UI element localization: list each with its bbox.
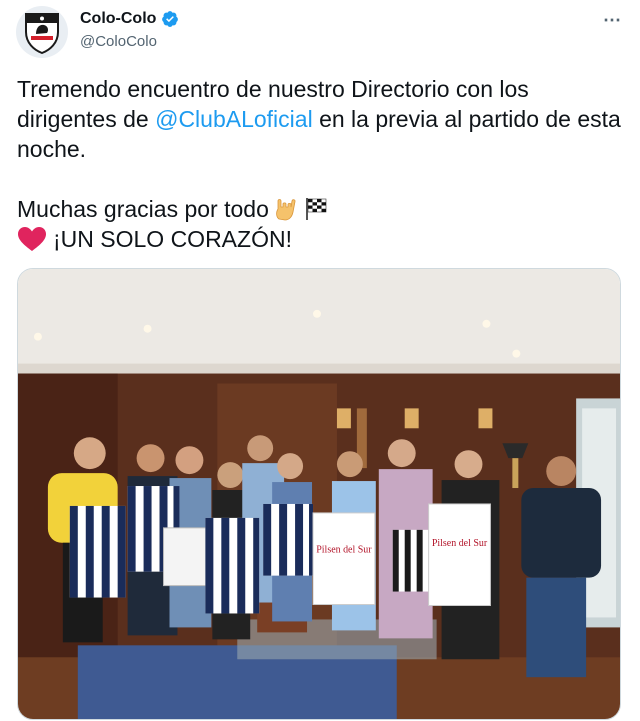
group-photo-image: Pilsen del Sur Pilsen del Sur (18, 269, 620, 719)
jersey-white-2: Pilsen del Sur (312, 512, 376, 606)
red-heart-emoji-icon (18, 227, 46, 251)
tweet-text-part: ¡UN SOLO CORAZÓN! (53, 226, 292, 252)
tweet: Colo-Colo @ColoColo ⋯ Tremendo encuentro… (0, 0, 640, 721)
tweet-paragraph-2: Muchas gracias por todo (17, 194, 627, 224)
display-name[interactable]: Colo-Colo (80, 10, 156, 28)
verified-badge-icon (162, 11, 179, 27)
author-handle[interactable]: @ColoColo (80, 33, 157, 50)
more-options-icon[interactable]: ⋯ (603, 10, 622, 31)
jersey-striped-3 (205, 517, 260, 614)
sponsor-text-1: Pilsen del Sur (316, 545, 372, 556)
tweet-photo[interactable]: Pilsen del Sur Pilsen del Sur (17, 268, 621, 720)
sign-of-the-horns-emoji-icon (276, 199, 296, 221)
tweet-text-part: Muchas gracias por todo (17, 196, 269, 222)
jersey-white-3: Pilsen del Sur (428, 503, 491, 607)
mention-link[interactable]: @ClubALoficial (155, 106, 313, 132)
tweet-text: Tremendo encuentro de nuestro Directorio… (17, 74, 627, 254)
jersey-striped-1 (69, 505, 126, 598)
chequered-flag-emoji-icon (305, 198, 327, 220)
tweet-paragraph-3: ¡UN SOLO CORAZÓN! (17, 224, 627, 254)
tweet-paragraph-1: Tremendo encuentro de nuestro Directorio… (17, 74, 627, 164)
colo-colo-crest-icon (25, 13, 59, 54)
jersey-striped-4 (263, 503, 314, 576)
jersey-white-1 (163, 527, 208, 587)
author-name-row[interactable]: Colo-Colo (80, 10, 179, 28)
avatar[interactable] (16, 6, 68, 58)
sponsor-text-2: Pilsen del Sur (432, 538, 488, 549)
